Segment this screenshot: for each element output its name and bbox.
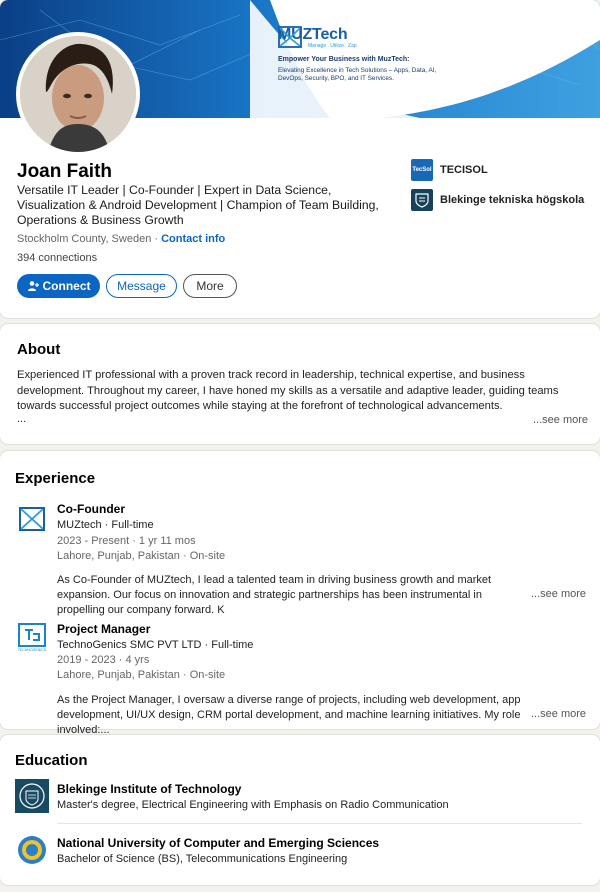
experience-title: Experience [15,470,96,487]
about-section: About Experienced IT professional with a… [0,324,600,444]
muztech-logo-icon [19,507,45,531]
experience-see-more-link[interactable]: ...see more [531,588,586,600]
brand-tagline: Manage . Utilize . Zap [308,43,357,49]
avatar-portrait [20,36,136,152]
education-item-degree: Master's degree, Electrical Engineering … [57,799,449,811]
connect-label: Connect [42,279,91,293]
crest-icon [415,193,429,208]
message-label: Message [117,279,166,293]
education-school[interactable]: Blekinge tekniska högskola [411,189,584,211]
brand-block: MUZTech Manage . Utilize . Zap Empower Y… [278,26,598,82]
current-company[interactable]: TecSol TECISOL [411,159,488,181]
connections-count[interactable]: 394 connections [17,252,97,264]
experience-item-dates: 2023 - Present · 1 yr 11 mos [57,535,196,547]
about-text: Experienced IT professional with a prove… [17,369,559,412]
about-see-more-link[interactable]: ...see more [533,414,588,426]
banner-headline: Empower Your Business with MuzTech: [278,56,410,63]
more-label: More [196,279,224,293]
technogenics-logo-caption: TECHNOGENICS [17,648,47,652]
muztech-logo-icon [278,26,302,48]
education-item-school[interactable]: National University of Computer and Emer… [57,836,379,850]
experience-item-dates: 2019 - 2023 · 4 yrs [57,654,150,666]
bth-school-icon[interactable] [15,779,49,813]
nuces-school-icon[interactable] [15,833,49,867]
bth-crest-icon [15,779,49,813]
nuces-seal-icon [15,833,49,867]
about-title: About [17,341,61,358]
more-button[interactable]: More [183,274,237,298]
experience-see-more-link[interactable]: ...see more [531,708,586,720]
experience-item-company: MUZtech · Full-time [57,519,154,531]
experience-item-title[interactable]: Project Manager [57,622,150,636]
avatar[interactable] [16,32,140,156]
profile-name: Joan Faith [17,161,113,182]
company-label: TECISOL [440,164,488,176]
experience-item-location: Lahore, Punjab, Pakistan · On-site [57,669,226,681]
profile-headline: Versatile IT Leader | Co-Founder | Exper… [17,183,379,227]
experience-item-description: As the Project Manager, I oversaw a dive… [57,694,521,736]
education-section: Education Blekinge Institute of Technolo… [0,735,600,885]
education-item-school[interactable]: Blekinge Institute of Technology [57,782,241,796]
experience-item-title[interactable]: Co-Founder [57,502,125,516]
contact-info-link[interactable]: Contact info [161,233,225,245]
education-title: Education [15,752,88,769]
message-button[interactable]: Message [106,274,177,298]
school-label: Blekinge tekniska högskola [440,194,585,206]
muztech-company-icon[interactable] [15,502,49,536]
technogenics-logo-icon [18,623,46,647]
tecisol-logo: TecSol [411,159,433,181]
connect-button[interactable]: Connect [17,274,100,298]
banner-copy: Elevating Excellence in Tech Solutions –… [278,67,437,82]
bth-logo [411,189,433,211]
education-divider [57,823,582,824]
about-ellipsis: ... [17,413,27,425]
technogenics-company-icon[interactable]: TECHNOGENICS [15,620,49,654]
experience-item-location: Lahore, Punjab, Pakistan · On-site [57,550,226,562]
location-text: Stockholm County, Sweden · [17,233,162,245]
add-person-icon [27,281,39,291]
profile-location: Stockholm County, Sweden · Contact info [17,233,225,245]
profile-card: MUZTech Manage . Utilize . Zap Empower Y… [0,0,600,318]
experience-item-description: As Co-Founder of MUZtech, I lead a talen… [57,574,492,616]
experience-section: Experience Co-Founder MUZtech · Full-tim… [0,451,600,736]
education-item-degree: Bachelor of Science (BS), Telecommunicat… [57,853,348,865]
experience-item-company: TechnoGenics SMC PVT LTD · Full-time [57,639,254,651]
